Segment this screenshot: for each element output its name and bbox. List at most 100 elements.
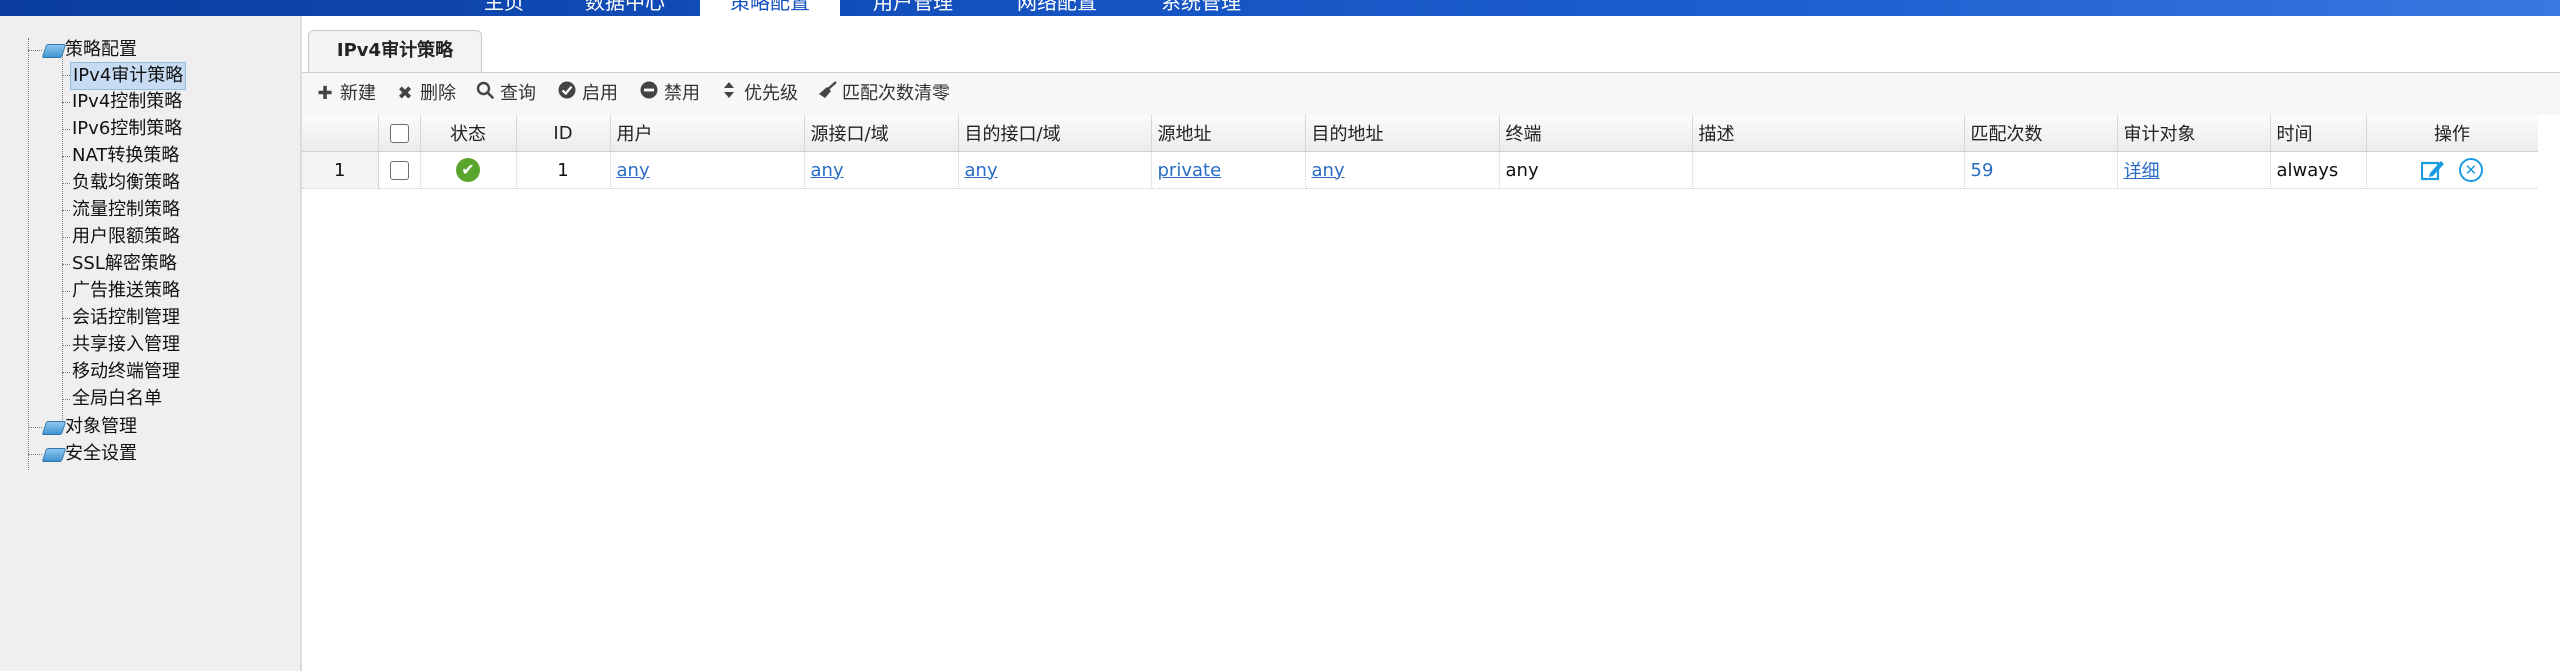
tree-connector — [62, 183, 70, 184]
tree-connector — [62, 75, 70, 76]
top-navigation-bar: 主页 数据中心 策略配置 用户管理 网络配置 系统管理 — [0, 0, 2560, 16]
row-select-cell[interactable] — [378, 151, 421, 189]
header-dst-interface[interactable]: 目的接口/域 — [958, 115, 1152, 152]
table-row[interactable]: 1 ✔ 1 any any any private any any 59 详细 … — [302, 151, 2539, 189]
tab-ipv4-audit-policy[interactable]: IPv4审计策略 — [308, 30, 482, 72]
delete-circle-icon[interactable]: ✕ — [2458, 158, 2483, 182]
nav-item-system-management[interactable]: 系统管理 — [1161, 0, 1241, 16]
header-rownum — [302, 115, 379, 152]
tree-connector — [28, 427, 42, 428]
sidebar-item-traffic-control-policy[interactable]: 流量控制策略 — [70, 197, 182, 223]
sidebar-item-ipv6-control-policy[interactable]: IPv6控制策略 — [70, 116, 184, 142]
nav-item-network-config[interactable]: 网络配置 — [1017, 0, 1097, 16]
status-enabled-icon[interactable]: ✔ — [456, 158, 480, 182]
header-src-address[interactable]: 源地址 — [1151, 115, 1306, 152]
clear-match-count-button[interactable]: 匹配次数清零 — [818, 73, 950, 115]
sidebar-item-user-quota-policy[interactable]: 用户限额策略 — [70, 224, 182, 250]
header-user[interactable]: 用户 — [610, 115, 805, 152]
header-description[interactable]: 描述 — [1692, 115, 1965, 152]
policy-table: 状态 ID 用户 源接口/域 目的接口/域 源地址 目的地址 终端 描述 匹配次… — [302, 115, 2539, 189]
priority-button[interactable]: 优先级 — [720, 73, 798, 115]
disable-button[interactable]: 禁用 — [640, 73, 700, 115]
src-interface-cell: any — [804, 151, 959, 189]
header-terminal[interactable]: 终端 — [1499, 115, 1693, 152]
src-address-link[interactable]: private — [1158, 160, 1222, 181]
new-button[interactable]: ✚ 新建 — [316, 73, 376, 115]
tab-bar: IPv4审计策略 — [302, 16, 2560, 73]
src-address-cell: private — [1151, 151, 1306, 189]
sidebar-item-ipv4-control-policy[interactable]: IPv4控制策略 — [70, 89, 184, 115]
tree-connector — [62, 102, 70, 103]
sidebar-item-session-control[interactable]: 会话控制管理 — [70, 305, 182, 331]
sidebar-item-ad-push-policy[interactable]: 广告推送策略 — [70, 278, 182, 304]
close-icon: ✖ — [397, 83, 413, 104]
header-select-all[interactable] — [378, 115, 421, 152]
audit-object-link[interactable]: 详细 — [2124, 161, 2160, 182]
query-button[interactable]: 查询 — [476, 73, 536, 115]
clear-match-count-button-label: 匹配次数清零 — [842, 83, 950, 104]
delete-button[interactable]: ✖ 删除 — [396, 73, 456, 115]
tree-connector — [62, 291, 70, 292]
tree-connector — [62, 237, 70, 238]
sidebar-item-shared-access[interactable]: 共享接入管理 — [70, 332, 182, 358]
header-audit-object[interactable]: 审计对象 — [2117, 115, 2271, 152]
tree-connector — [28, 50, 42, 51]
tree-root-policy-config[interactable]: 策略配置 — [65, 37, 137, 63]
sidebar-item-ssl-decrypt-policy[interactable]: SSL解密策略 — [70, 251, 179, 277]
tree-connector — [62, 345, 70, 346]
dst-address-cell: any — [1305, 151, 1500, 189]
status-cell: ✔ — [420, 151, 517, 189]
sidebar-item-global-whitelist[interactable]: 全局白名单 — [70, 386, 164, 412]
src-interface-link[interactable]: any — [811, 160, 844, 181]
nav-item-policy-config[interactable]: 策略配置 — [700, 0, 840, 16]
header-operations: 操作 — [2366, 115, 2539, 152]
sidebar-item-nat-policy[interactable]: NAT转换策略 — [70, 143, 181, 169]
nav-item-data-center[interactable]: 数据中心 — [585, 0, 665, 16]
dst-interface-link[interactable]: any — [965, 160, 998, 181]
row-checkbox[interactable] — [389, 161, 409, 180]
tree-root-object-management[interactable]: 对象管理 — [65, 414, 137, 440]
header-status[interactable]: 状态 — [420, 115, 517, 152]
query-button-label: 查询 — [500, 83, 536, 104]
folder-icon — [41, 448, 67, 462]
sort-icon — [720, 73, 738, 115]
header-src-interface[interactable]: 源接口/域 — [804, 115, 959, 152]
header-id[interactable]: ID — [516, 115, 611, 152]
user-link[interactable]: any — [617, 160, 650, 181]
nav-item-user-management[interactable]: 用户管理 — [873, 0, 953, 16]
select-all-checkbox[interactable] — [389, 124, 409, 143]
search-icon — [476, 73, 494, 115]
tree-root-security-settings[interactable]: 安全设置 — [65, 441, 137, 467]
disable-button-label: 禁用 — [664, 83, 700, 104]
tree-connector — [62, 264, 70, 265]
sidebar-item-ipv4-audit-policy[interactable]: IPv4审计策略 — [70, 62, 187, 90]
check-circle-icon — [558, 73, 576, 115]
enable-button[interactable]: 启用 — [558, 73, 618, 115]
time-cell: always — [2270, 151, 2367, 189]
audit-object-cell: 详细 — [2117, 151, 2271, 189]
broom-icon — [818, 73, 837, 115]
match-count-cell: 59 — [1964, 151, 2118, 189]
table-header-row: 状态 ID 用户 源接口/域 目的接口/域 源地址 目的地址 终端 描述 匹配次… — [302, 115, 2539, 152]
operations-cell: ✕ — [2366, 151, 2539, 189]
header-match-count[interactable]: 匹配次数 — [1964, 115, 2118, 152]
id-cell: 1 — [516, 151, 611, 189]
delete-button-label: 删除 — [420, 83, 456, 104]
header-dst-address[interactable]: 目的地址 — [1305, 115, 1500, 152]
sidebar-item-mobile-terminal[interactable]: 移动终端管理 — [70, 359, 182, 385]
dst-address-link[interactable]: any — [1312, 160, 1345, 181]
match-count-value: 59 — [1970, 159, 1994, 181]
sidebar-item-load-balance-policy[interactable]: 负载均衡策略 — [70, 170, 182, 196]
terminal-cell: any — [1499, 151, 1693, 189]
dst-interface-cell: any — [958, 151, 1152, 189]
tree-connector — [62, 210, 70, 211]
minus-circle-icon — [640, 73, 658, 115]
tree-connector — [28, 454, 42, 455]
priority-button-label: 优先级 — [744, 83, 798, 104]
sidebar-tree: 策略配置 IPv4审计策略 IPv4控制策略 IPv6控制策略 NAT转换策略 … — [0, 16, 302, 671]
vertical-scrollbar[interactable] — [2538, 115, 2560, 671]
toolbar: ✚ 新建 ✖ 删除 查询 启用 禁用 优先级 匹配次数清零 — [302, 73, 2560, 116]
edit-icon[interactable] — [2421, 159, 2445, 181]
nav-item-home[interactable]: 主页 — [484, 0, 524, 16]
header-time[interactable]: 时间 — [2270, 115, 2367, 152]
